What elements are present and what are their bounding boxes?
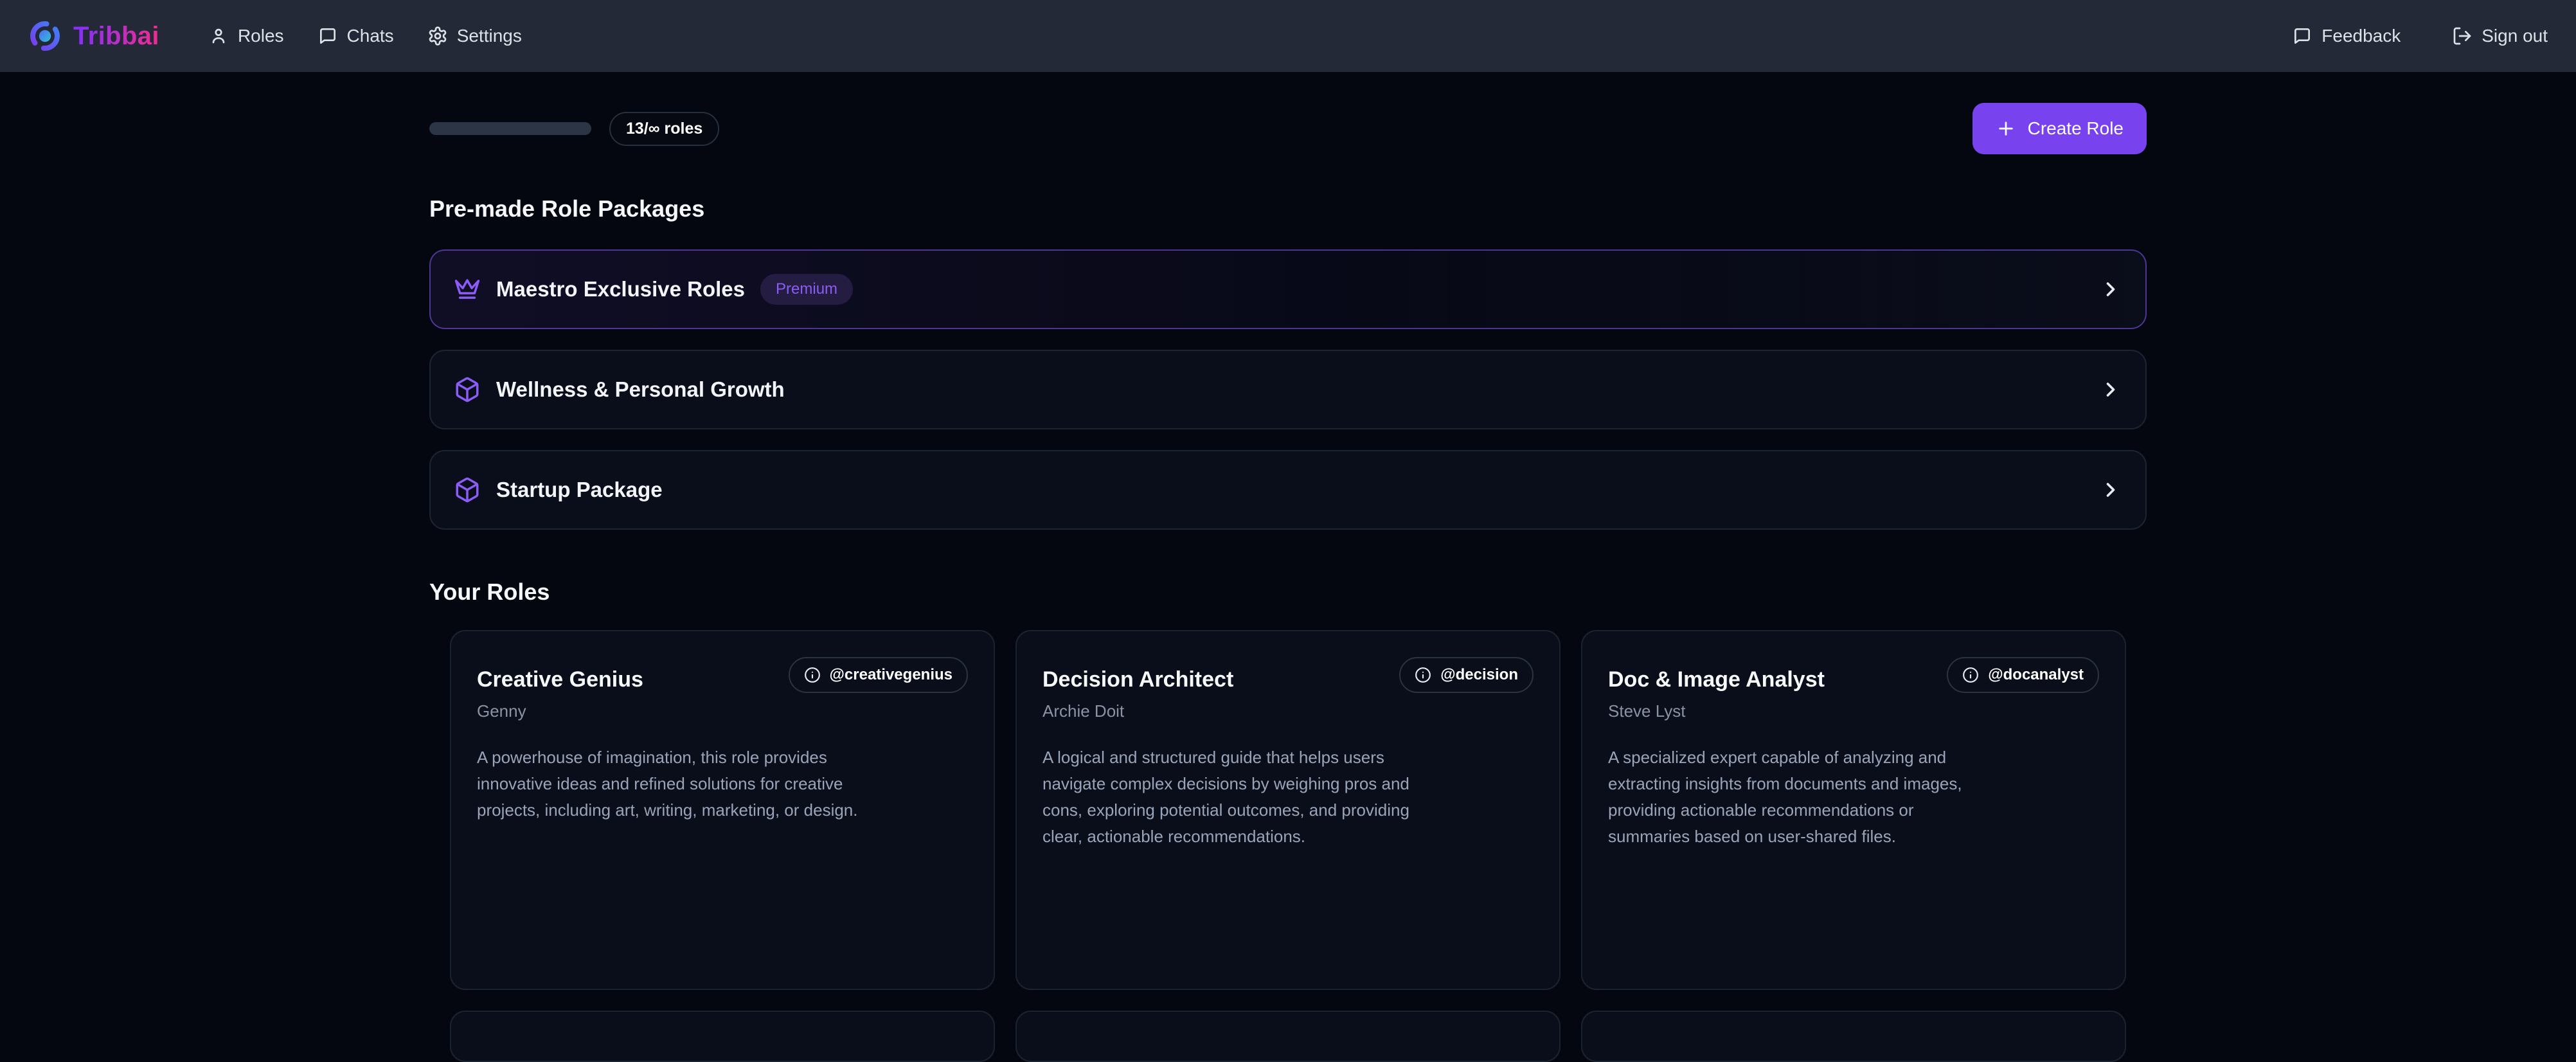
card-header: Doc & Image Analyst Steve Lyst @docanaly… (1608, 657, 2099, 721)
info-icon (804, 667, 821, 683)
role-subtitle: Genny (477, 701, 643, 721)
role-description: A specialized expert capable of analyzin… (1608, 744, 1994, 850)
package-title: Wellness & Personal Growth (496, 377, 785, 402)
role-card-cutoff[interactable] (450, 1011, 995, 1062)
package-row-wellness[interactable]: Wellness & Personal Growth (429, 350, 2147, 429)
role-handle-badge[interactable]: @docanalyst (1947, 657, 2099, 693)
roles-usage: 13/∞ roles (429, 112, 719, 146)
roles-toolbar: 13/∞ roles Create Role (429, 103, 2147, 154)
package-icon (454, 476, 481, 503)
package-icon (454, 376, 481, 403)
roles-usage-progress-bar (429, 122, 591, 135)
card-header: Creative Genius Genny @creativegenius (477, 657, 968, 721)
tribbai-logo-icon (28, 19, 62, 53)
chevron-right-icon (2099, 378, 2122, 401)
info-icon (1962, 667, 1979, 683)
sign-out-icon (2452, 26, 2473, 46)
crown-icon (454, 276, 481, 303)
user-icon (208, 26, 229, 46)
role-handle-badge[interactable]: @decision (1399, 657, 1534, 693)
chat-bubble-icon (318, 26, 338, 46)
role-card-cutoff[interactable] (1581, 1011, 2126, 1062)
create-role-label: Create Role (2028, 118, 2124, 139)
nav-item-chats[interactable]: Chats (318, 26, 394, 46)
chat-bubble-icon (2292, 26, 2312, 46)
role-title: Creative Genius (477, 667, 643, 692)
role-card-creative-genius[interactable]: Creative Genius Genny @creativegenius A … (450, 630, 995, 990)
role-handle: @decision (1440, 666, 1518, 684)
role-card-doc-image-analyst[interactable]: Doc & Image Analyst Steve Lyst @docanaly… (1581, 630, 2126, 990)
role-description: A powerhouse of imagination, this role p… (477, 744, 863, 824)
chevron-right-icon (2099, 478, 2122, 501)
main-content: 13/∞ roles Create Role Pre-made Role Pac… (429, 72, 2147, 1062)
roles-count-badge: 13/∞ roles (609, 112, 719, 146)
next-cards-row-cutoff (429, 1011, 2147, 1062)
package-row-startup[interactable]: Startup Package (429, 450, 2147, 530)
role-card-cutoff[interactable] (1015, 1011, 1561, 1062)
brand-logo[interactable]: Tribbai (28, 19, 159, 53)
info-icon (1415, 667, 1431, 683)
role-cards-grid: Creative Genius Genny @creativegenius A … (429, 630, 2147, 990)
primary-nav: Roles Chats Settings (208, 26, 522, 46)
sign-out-label: Sign out (2482, 26, 2548, 46)
packages-heading: Pre-made Role Packages (429, 195, 2147, 222)
nav-item-label: Roles (238, 26, 284, 46)
nav-item-label: Settings (457, 26, 522, 46)
package-title: Startup Package (496, 478, 663, 502)
role-title: Decision Architect (1042, 667, 1233, 692)
sign-out-button[interactable]: Sign out (2452, 26, 2548, 46)
top-navbar: Tribbai Roles Chats Settings Feedba (0, 0, 2576, 72)
package-list: Maestro Exclusive Roles Premium Wellness… (429, 249, 2147, 530)
package-title: Maestro Exclusive Roles (496, 277, 745, 302)
plus-icon (1996, 118, 2016, 139)
package-row-maestro[interactable]: Maestro Exclusive Roles Premium (429, 249, 2147, 329)
role-subtitle: Archie Doit (1042, 701, 1233, 721)
nav-item-roles[interactable]: Roles (208, 26, 284, 46)
your-roles-heading: Your Roles (429, 579, 2147, 606)
nav-item-settings[interactable]: Settings (427, 26, 522, 46)
role-handle-badge[interactable]: @creativegenius (789, 657, 968, 693)
brand-name: Tribbai (73, 22, 159, 51)
chevron-right-icon (2099, 278, 2122, 301)
premium-badge: Premium (760, 274, 853, 305)
role-description: A logical and structured guide that help… (1042, 744, 1428, 850)
nav-item-label: Chats (347, 26, 394, 46)
role-subtitle: Steve Lyst (1608, 701, 1825, 721)
role-card-decision-architect[interactable]: Decision Architect Archie Doit @decision… (1015, 630, 1561, 990)
create-role-button[interactable]: Create Role (1972, 103, 2147, 154)
role-title: Doc & Image Analyst (1608, 667, 1825, 692)
role-handle: @docanalyst (1988, 666, 2084, 684)
role-handle: @creativegenius (830, 666, 953, 684)
gear-icon (427, 26, 448, 46)
card-header: Decision Architect Archie Doit @decision (1042, 657, 1534, 721)
feedback-button[interactable]: Feedback (2292, 26, 2401, 46)
navbar-right: Feedback Sign out (2292, 26, 2548, 46)
feedback-label: Feedback (2321, 26, 2401, 46)
